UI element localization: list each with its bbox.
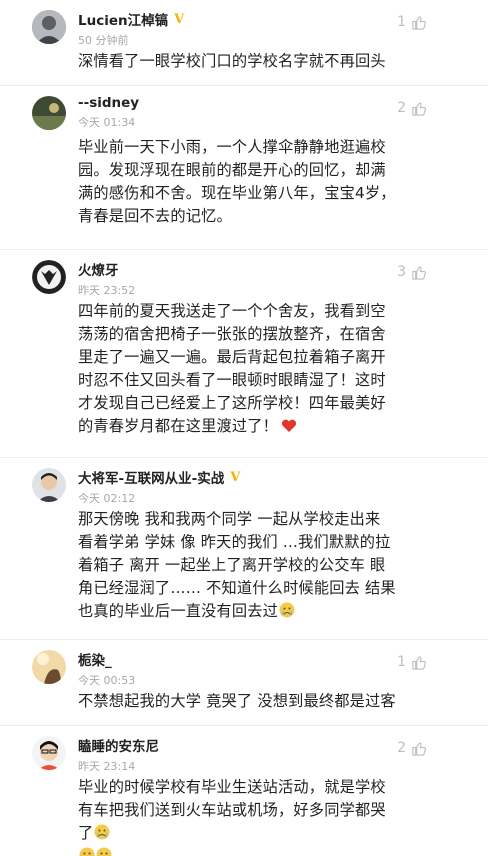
heart-emoji-icon (281, 419, 297, 432)
thumbs-up-icon (412, 655, 426, 670)
thumbs-up-icon (412, 741, 426, 756)
username[interactable]: 栀染_ (78, 649, 135, 669)
timestamp: 昨天 23:14 (78, 760, 136, 773)
comment-item: 火燎牙 昨天 23:52 3 四年前的夏天我送走了一个个舍友，我看到空荡荡的宿舍… (0, 250, 488, 458)
like-button[interactable]: 1 (397, 654, 426, 670)
comment-item: --sidney 今天 01:34 2 毕业前一天下小雨，一个人撑伞静静地逛遍校… (0, 86, 488, 250)
like-count: 1 (397, 14, 406, 30)
avatar[interactable] (32, 260, 66, 294)
crying-face-emoji-icon (96, 847, 112, 856)
username[interactable]: 火燎牙 (78, 259, 135, 279)
comment-item: 大将军-互联网从业-实战 V 今天 02:12 那天傍晚 我和我两个同学 一起从学… (0, 458, 488, 640)
username[interactable]: 瞌睡的安东尼 (78, 735, 159, 755)
like-button[interactable]: 1 (397, 14, 426, 30)
username[interactable]: 大将军-互联网从业-实战 V (78, 467, 241, 488)
thumbs-up-icon (412, 15, 426, 30)
like-count: 1 (397, 654, 406, 670)
avatar[interactable] (32, 650, 66, 684)
crying-face-emoji-icon (94, 824, 110, 840)
like-button[interactable]: 2 (397, 100, 426, 116)
comment-feed: Lucien江棹镐 V 50 分钟前 1 深情看了一眼学校门口的学校名字就不再回头… (0, 0, 488, 856)
verified-v-icon: V (230, 469, 241, 485)
thumbs-up-icon (412, 101, 426, 116)
comment-text: 毕业的时候学校有毕业生送站活动，就是学校有车把我们送到火车站或机场，好多同学都哭… (78, 776, 400, 856)
timestamp: 50 分钟前 (78, 34, 129, 47)
username[interactable]: --sidney (78, 95, 139, 111)
like-count: 3 (397, 264, 406, 280)
like-count: 2 (397, 100, 406, 116)
timestamp: 今天 01:34 (78, 116, 136, 129)
comment-item: Lucien江棹镐 V 50 分钟前 1 深情看了一眼学校门口的学校名字就不再回头 (0, 0, 488, 86)
comment-item: 瞌睡的安东尼 昨天 23:14 2 毕业的时候学校有毕业生送站活动，就是学校有车… (0, 726, 488, 856)
timestamp: 昨天 23:52 (78, 284, 136, 297)
verified-v-icon: V (174, 11, 185, 27)
like-button[interactable]: 3 (397, 264, 426, 280)
comment-text: 深情看了一眼学校门口的学校名字就不再回头 (78, 52, 386, 70)
like-button[interactable]: 2 (397, 740, 426, 756)
avatar[interactable] (32, 96, 66, 130)
comment-item: 栀染_ 今天 00:53 1 不禁想起我的大学 竟哭了 没想到最终都是过客 (0, 640, 488, 726)
avatar[interactable] (32, 736, 66, 770)
avatar[interactable] (32, 10, 66, 44)
avatar[interactable] (32, 468, 66, 502)
timestamp: 今天 02:12 (78, 492, 136, 505)
crying-face-emoji-icon (279, 602, 295, 618)
comment-text: 那天傍晚 我和我两个同学 一起从学校走出来 看着学弟 学妹 像 昨天的我们 …我… (78, 510, 396, 620)
timestamp: 今天 00:53 (78, 674, 136, 687)
comment-text: 不禁想起我的大学 竟哭了 没想到最终都是过客 (78, 692, 396, 710)
comment-text: 四年前的夏天我送走了一个个舍友，我看到空荡荡的宿舍把椅子一张张的摆放整齐，在宿舍… (78, 302, 386, 435)
thumbs-up-icon (412, 265, 426, 280)
username[interactable]: Lucien江棹镐 V (78, 9, 185, 30)
comment-text: 毕业前一天下小雨，一个人撑伞静静地逛遍校园。发现浮现在眼前的都是开心的回忆，却满… (78, 138, 396, 225)
crying-face-emoji-icon (79, 847, 95, 856)
like-count: 2 (397, 740, 406, 756)
